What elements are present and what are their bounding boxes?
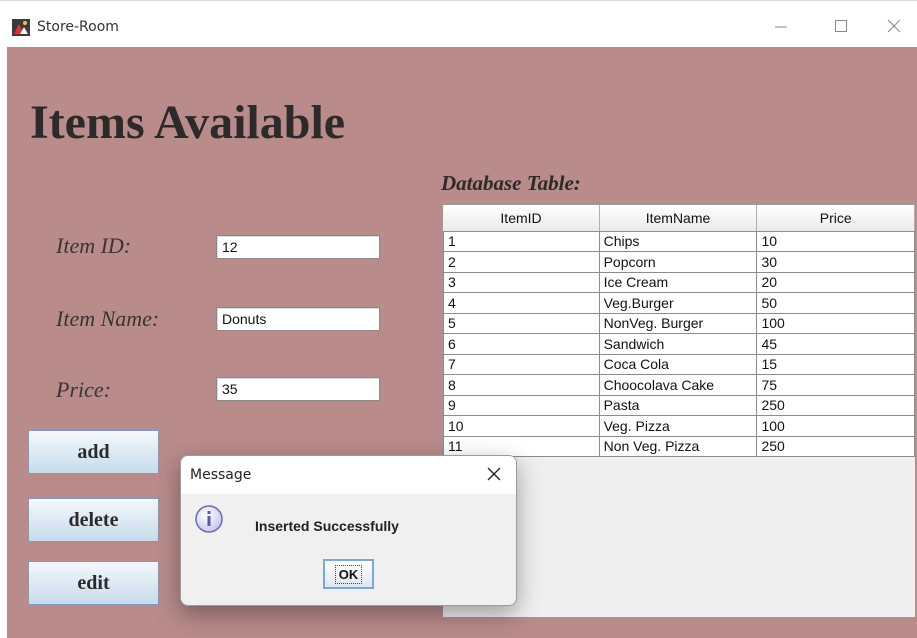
cell-itemid[interactable]: 4: [443, 292, 600, 314]
window-close-button[interactable]: [871, 11, 917, 41]
table-row[interactable]: 8 Choocolava Cake 75: [443, 374, 915, 396]
cell-itemid[interactable]: 8: [443, 374, 600, 396]
table-row[interactable]: 9 Pasta 250: [443, 394, 915, 416]
dialog-message: Inserted Successfully: [255, 518, 399, 534]
cell-itemname[interactable]: NonVeg. Burger: [598, 312, 758, 334]
edit-button[interactable]: edit: [28, 561, 159, 605]
cell-itemname[interactable]: Ice Cream: [598, 271, 758, 293]
cell-price[interactable]: 15: [756, 353, 915, 375]
table-row[interactable]: 6 Sandwich 45: [443, 333, 915, 355]
title-bar: Store-Room: [0, 0, 917, 47]
cell-itemname[interactable]: Sandwich: [598, 333, 758, 355]
cell-price[interactable]: 250: [756, 394, 915, 416]
minimize-button[interactable]: [758, 11, 804, 41]
column-header-itemid[interactable]: ItemID: [443, 205, 600, 232]
items-table: ItemID ItemName Price 1 Chips 10 2 Popco…: [443, 205, 915, 457]
price-label: Price:: [56, 377, 111, 402]
table-header-row: ItemID ItemName Price: [443, 205, 915, 232]
cell-itemid[interactable]: 9: [443, 394, 600, 416]
minimize-icon: [775, 26, 787, 28]
table-row[interactable]: 2 Popcorn 30: [443, 251, 915, 273]
cell-itemid[interactable]: 3: [443, 271, 600, 293]
cell-itemid[interactable]: 1: [443, 230, 600, 252]
item-id-input[interactable]: [216, 235, 380, 259]
dialog-title: Message: [190, 467, 252, 483]
table-row[interactable]: 3 Ice Cream 20: [443, 271, 915, 293]
table-row[interactable]: 7 Coca Cola 15: [443, 353, 915, 375]
ok-button-label: OK: [334, 564, 363, 584]
close-icon: [887, 19, 901, 33]
item-id-label: Item ID:: [56, 233, 132, 258]
cell-price[interactable]: 100: [756, 312, 915, 334]
delete-button[interactable]: delete: [28, 498, 159, 542]
cell-itemid[interactable]: 11: [443, 435, 600, 457]
cell-price[interactable]: 30: [756, 251, 915, 273]
cell-itemname[interactable]: Popcorn: [598, 251, 758, 273]
table-row[interactable]: 1 Chips 10: [443, 230, 915, 252]
price-input[interactable]: [216, 377, 380, 401]
app-icon: [12, 19, 30, 36]
cell-price[interactable]: 10: [756, 230, 915, 252]
cell-itemname[interactable]: Chips: [598, 230, 758, 252]
dialog-title-bar: Message: [181, 456, 516, 494]
cell-itemid[interactable]: 2: [443, 251, 600, 273]
app-window: Store-Room Items Available Item ID: Item…: [0, 0, 917, 638]
message-dialog: Message Inserted Successfully OK: [180, 455, 517, 606]
item-name-input[interactable]: [216, 307, 380, 331]
cell-price[interactable]: 50: [756, 292, 915, 314]
table-row[interactable]: 10 Veg. Pizza 100: [443, 415, 915, 437]
cell-price[interactable]: 20: [756, 271, 915, 293]
cell-itemname[interactable]: Veg.Burger: [598, 292, 758, 314]
cell-itemname[interactable]: Veg. Pizza: [598, 415, 758, 437]
cell-itemname[interactable]: Pasta: [598, 394, 758, 416]
column-header-price[interactable]: Price: [756, 205, 915, 232]
info-icon: [195, 505, 223, 533]
maximize-button[interactable]: [818, 11, 864, 41]
add-button[interactable]: add: [28, 430, 159, 474]
cell-itemid[interactable]: 7: [443, 353, 600, 375]
table-caption: Database Table:: [441, 171, 581, 195]
maximize-icon: [835, 20, 847, 32]
cell-price[interactable]: 45: [756, 333, 915, 355]
table-row[interactable]: 11 Non Veg. Pizza 250: [443, 435, 915, 457]
close-icon: [487, 467, 501, 481]
cell-itemid[interactable]: 6: [443, 333, 600, 355]
cell-price[interactable]: 100: [756, 415, 915, 437]
page-title: Items Available: [30, 96, 346, 149]
cell-itemid[interactable]: 10: [443, 415, 600, 437]
dialog-close-button[interactable]: [484, 464, 504, 484]
ok-button[interactable]: OK: [323, 559, 374, 589]
cell-itemname[interactable]: Coca Cola: [598, 353, 758, 375]
window-title: Store-Room: [37, 19, 119, 35]
item-name-label: Item Name:: [56, 306, 160, 331]
cell-itemname[interactable]: Non Veg. Pizza: [598, 435, 758, 457]
table-row[interactable]: 4 Veg.Burger 50: [443, 292, 915, 314]
cell-price[interactable]: 75: [756, 374, 915, 396]
cell-itemid[interactable]: 5: [443, 312, 600, 334]
table-row[interactable]: 5 NonVeg. Burger 100: [443, 312, 915, 334]
column-header-itemname[interactable]: ItemName: [599, 205, 758, 232]
cell-price[interactable]: 250: [756, 435, 915, 457]
cell-itemname[interactable]: Choocolava Cake: [598, 374, 758, 396]
